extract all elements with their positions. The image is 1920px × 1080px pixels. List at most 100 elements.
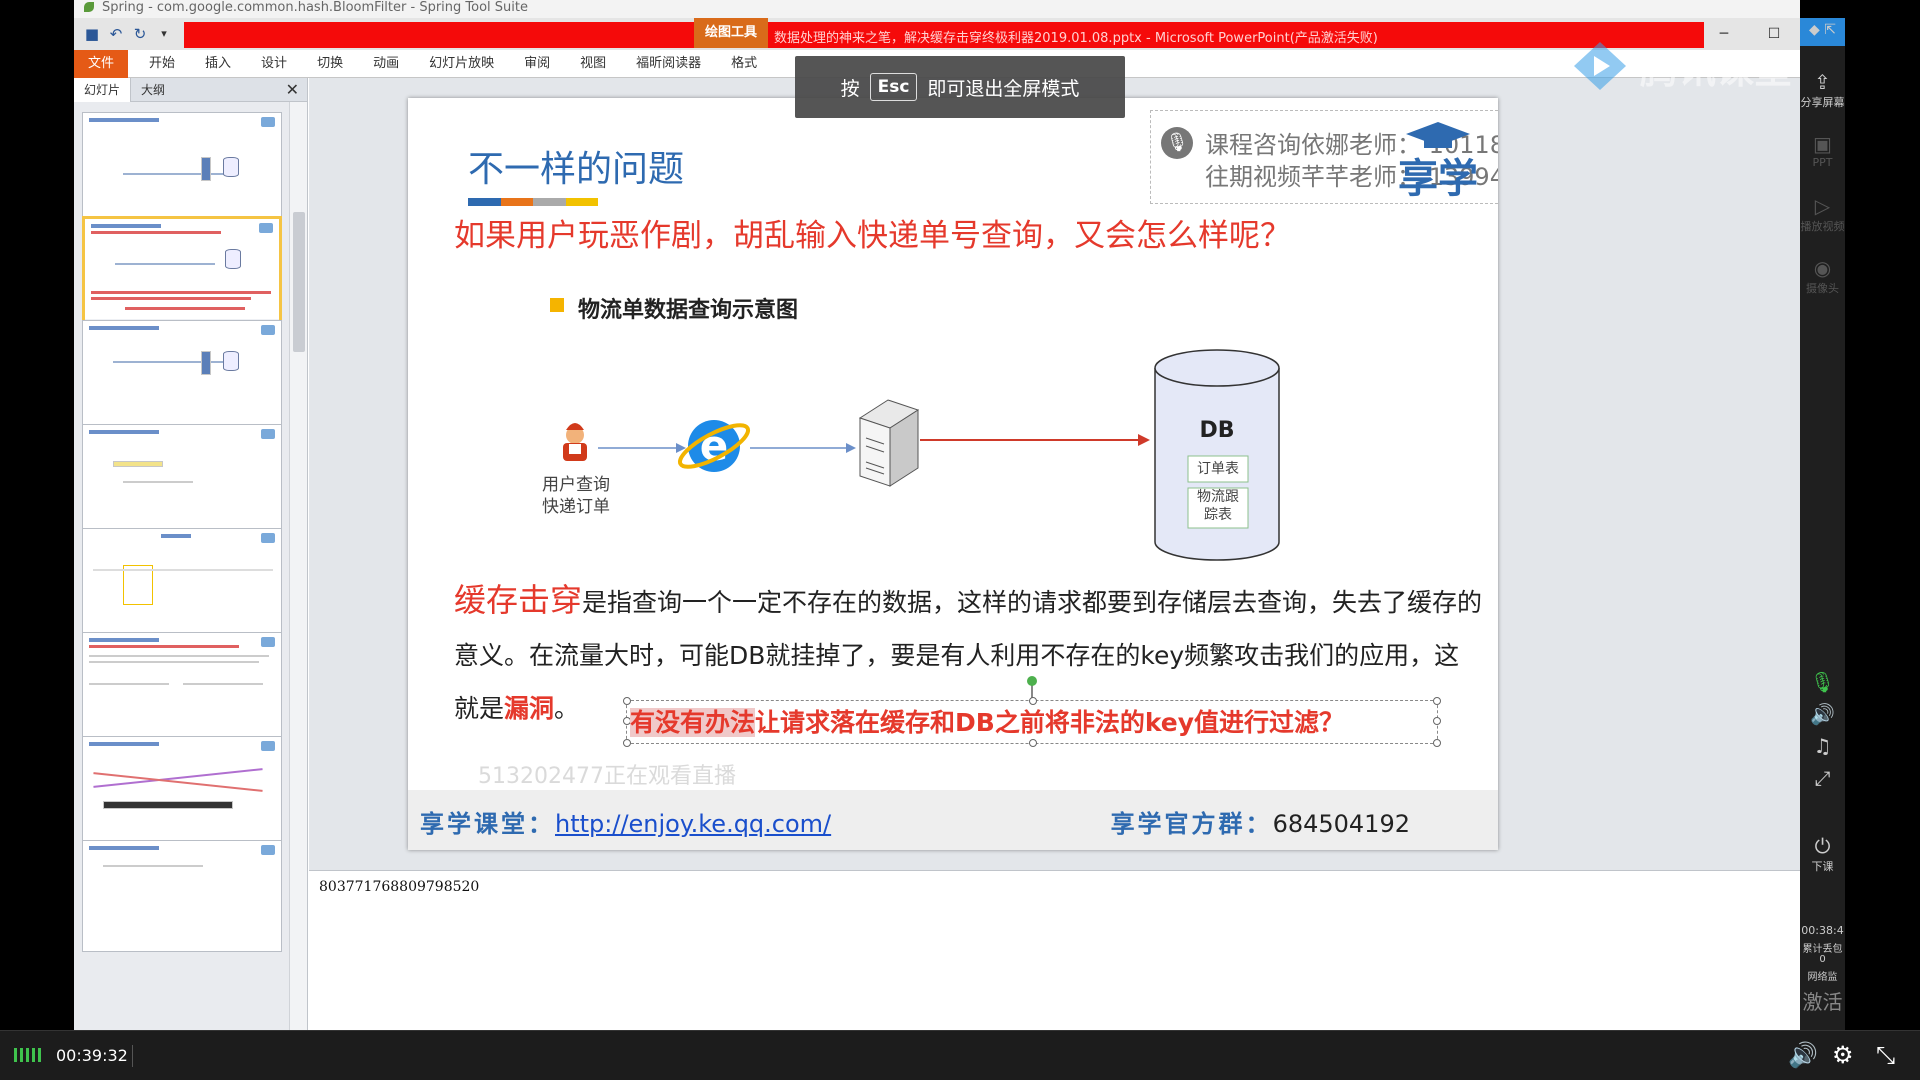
pane-tabs: 幻灯片 大纲 ✕ [74, 77, 307, 102]
notes-pane[interactable]: 803771768809798520 [309, 870, 1800, 1030]
share-screen-button[interactable]: ⇪ 分享屏幕 [1800, 70, 1845, 110]
packet-loss-value: 0 [1819, 954, 1826, 965]
ppt-button[interactable]: ▣ PPT [1800, 132, 1845, 169]
share-screen-label: 分享屏幕 [1800, 96, 1845, 109]
close-icon[interactable]: ✕ [286, 80, 299, 99]
cache-penetration-term: 缓存击穿 [454, 581, 583, 619]
resize-handle[interactable] [1433, 717, 1441, 725]
footer-url-link[interactable]: http://enjoy.ke.qq.com/ [555, 810, 831, 838]
xiangxue-logo-icon: 享学 [1398, 122, 1478, 200]
tab-slides[interactable]: 幻灯片 [74, 77, 132, 102]
slide-canvas[interactable]: 不一样的问题 如果用户玩恶作剧，胡乱输入快递单号查询，又会怎么样呢？ 🎙 课程咨… [408, 98, 1498, 850]
paragraph-end: 。 [554, 694, 580, 723]
playback-time: 00:39:32 [56, 1046, 128, 1065]
mic-status-icon[interactable]: 🎙 [1800, 670, 1845, 694]
undo-icon[interactable]: ↶ [108, 26, 124, 42]
play-video-button[interactable]: ▷ 播放视频 [1800, 194, 1845, 234]
speaker-icon[interactable]: 🔊 [1800, 702, 1845, 726]
end-class-label: 下课 [1811, 860, 1834, 873]
redo-icon[interactable]: ↻ [132, 26, 148, 42]
camera-label: 摄像头 [1806, 282, 1839, 295]
eclipse-title: Spring - com.google.common.hash.BloomFil… [102, 0, 528, 15]
drawing-tools-tab[interactable]: 绘图工具 [694, 18, 768, 48]
microphone-icon: 🎙 [1161, 127, 1193, 159]
signal-strength-icon [14, 1048, 41, 1062]
tab-file[interactable]: 文件 [74, 49, 129, 78]
filter-question[interactable]: 有没有办法让请求落在缓存和DB之前将非法的key值进行过滤？ [630, 703, 1344, 739]
ppt-title-bar: ■ ↶ ↻ ▾ 绘图工具 数据处理的神来之笔，解决缓存击穿终极利器2019.01… [74, 18, 1800, 50]
footer-left-label: 享学课堂： [420, 810, 555, 838]
tab-insert[interactable]: 插入 [190, 50, 246, 78]
camera-icon: ◉ [1813, 256, 1832, 280]
eclipse-title-bar: Spring - com.google.common.hash.BloomFil… [74, 0, 1800, 18]
left-black-band [0, 0, 74, 1030]
slide-thumbnail[interactable] [82, 736, 282, 848]
exit-fullscreen-icon[interactable]: ⤡ [1876, 1041, 1895, 1069]
user-label-2: 快递订单 [542, 497, 610, 517]
activate-watermark: 激活 [1802, 990, 1843, 1014]
tab-home[interactable]: 开始 [134, 50, 190, 78]
bullet-square-icon [550, 298, 564, 312]
tencent-classroom-name: 腾讯课堂 [1640, 47, 1793, 92]
server-icon [858, 399, 920, 487]
expand-icon[interactable]: ⤢ [1800, 766, 1845, 790]
ppt-icon: ▣ [1813, 132, 1832, 156]
resize-handle[interactable] [1433, 739, 1441, 747]
notes-text: 803771768809798520 [319, 879, 480, 895]
tab-design[interactable]: 设计 [246, 50, 302, 78]
customize-qat-icon[interactable]: ▾ [156, 26, 172, 42]
classroom-sidebar: ◆ ⇱ ⇪ 分享屏幕 ▣ PPT ▷ 播放视频 ◉ 摄像头 🎙 🔊 ♫ ⤢ ⏻ … [1800, 18, 1845, 1030]
save-icon[interactable]: ■ [84, 26, 100, 42]
fullscreen-exit-hint: 按 Esc 即可退出全屏模式 [795, 56, 1125, 118]
color-segment [468, 198, 501, 206]
vulnerability-term: 漏洞 [504, 694, 555, 723]
end-class-button[interactable]: ⏻ 下课 [1800, 834, 1845, 874]
tab-view[interactable]: 视图 [565, 50, 621, 78]
user-icon [563, 423, 587, 461]
pin-icon[interactable]: ◆ ⇱ [1809, 22, 1836, 38]
tab-review[interactable]: 审阅 [509, 50, 565, 78]
power-icon: ⏻ [1814, 834, 1831, 858]
tab-slideshow[interactable]: 幻灯片放映 [414, 50, 509, 78]
tab-transitions[interactable]: 切换 [302, 50, 358, 78]
slide-thumbnail[interactable] [82, 632, 282, 744]
footer-right-label: 享学官方群： [1110, 810, 1273, 838]
resize-handle[interactable] [1029, 739, 1037, 747]
tencent-play-icon [1574, 42, 1626, 90]
volume-icon[interactable]: 🔊 [1788, 1041, 1818, 1069]
gear-icon[interactable]: ⚙ [1832, 1041, 1854, 1069]
tab-animations[interactable]: 动画 [358, 50, 414, 78]
sidebar-top-icons: ◆ ⇱ [1800, 18, 1845, 46]
slide-thumbnail[interactable] [82, 424, 282, 536]
music-icon[interactable]: ♫ [1800, 734, 1845, 758]
tab-outline[interactable]: 大纲 [131, 78, 175, 102]
spring-leaf-icon [84, 2, 94, 12]
ie-browser-icon: e [677, 420, 751, 472]
divider [132, 1045, 133, 1067]
slide-question: 如果用户玩恶作剧，胡乱输入快递单号查询，又会怎么样呢？ [454, 218, 1291, 254]
rotation-handle[interactable] [1027, 676, 1037, 686]
slide-thumbnail[interactable] [82, 112, 282, 224]
highlighted-text: 有没有办法 [630, 708, 756, 737]
pane-scrollbar[interactable] [289, 102, 307, 1030]
tab-format[interactable]: 格式 [716, 50, 772, 78]
screen: Spring - com.google.common.hash.BloomFil… [0, 0, 1920, 1080]
diagram-title: 物流单数据查询示意图 [578, 298, 799, 323]
tencent-classroom-logo: 腾讯课堂 [1570, 36, 1792, 96]
network-monitor-label: 网络监 [1807, 972, 1838, 983]
db-label: DB [1199, 418, 1235, 443]
slide-thumbnail[interactable] [82, 320, 282, 432]
share-screen-icon: ⇪ [1814, 70, 1831, 94]
player-control-bar: 00:39:32 🔊 ⚙ ⤡ [0, 1030, 1920, 1080]
resize-handle[interactable] [623, 739, 631, 747]
camera-button[interactable]: ◉ 摄像头 [1800, 256, 1845, 296]
tab-foxit-reader[interactable]: 福昕阅读器 [621, 50, 716, 78]
slide-title: 不一样的问题 [468, 149, 685, 190]
slide-thumbnail-selected[interactable] [82, 216, 282, 328]
quick-access-toolbar: ■ ↶ ↻ ▾ [74, 18, 184, 50]
resize-handle[interactable] [1433, 697, 1441, 705]
slide-thumbnail[interactable] [82, 528, 282, 640]
table-tracking-2: 踪表 [1204, 507, 1232, 523]
thumbnail-list [74, 102, 288, 1030]
slide-thumbnail[interactable] [82, 840, 282, 952]
